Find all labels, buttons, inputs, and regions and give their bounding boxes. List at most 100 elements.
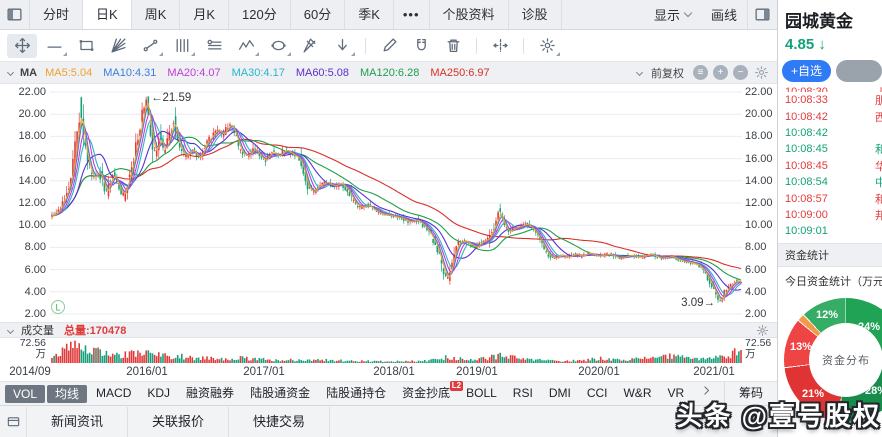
ma-legend-MA30: MA30:4.17 xyxy=(232,67,285,79)
donut-center-label: 资金分布 xyxy=(822,352,870,368)
volume-pane[interactable]: 72.56万72.56万 xyxy=(0,338,777,364)
chevron-down-icon[interactable] xyxy=(7,326,14,333)
drawing-toolbar xyxy=(0,30,777,62)
indicator-tab-VOL[interactable]: VOL xyxy=(5,385,45,403)
tab-周K[interactable]: 周K xyxy=(132,0,181,29)
tab-诊股[interactable]: 诊股 xyxy=(509,0,562,29)
y-tick-right: 8.00 xyxy=(745,241,766,253)
ticker-row[interactable]: 10:08:54中 xyxy=(778,174,882,190)
pitchfork-icon[interactable] xyxy=(295,34,325,58)
gear-icon[interactable] xyxy=(756,324,769,337)
indicator-tab-MACD[interactable]: MACD xyxy=(88,382,139,405)
y-tick-left: 10.00 xyxy=(0,219,46,231)
ticker-row[interactable]: 10:08:33朋 xyxy=(778,92,882,108)
tab-月K[interactable]: 月K xyxy=(180,0,229,29)
zoom-out-circle-icon[interactable]: − xyxy=(733,65,748,80)
window-icon[interactable] xyxy=(0,414,26,429)
add-watchlist-button[interactable]: +自选 xyxy=(782,60,831,82)
volume-total: 总量:170478 xyxy=(64,322,126,338)
bottom-tab-关联报价[interactable]: 关联报价 xyxy=(128,407,229,437)
trend-line-icon[interactable] xyxy=(39,34,69,58)
y-tick-left: 22.00 xyxy=(0,86,46,98)
ma-legend-row: MA MA5:5.04MA10:4.31MA20:4.07MA30:4.17MA… xyxy=(0,62,777,84)
fib-time-zones-icon[interactable] xyxy=(167,34,197,58)
candlestick-chart[interactable]: ←21.593.09→L22.0022.0020.0020.0018.0018.… xyxy=(0,84,777,322)
ticker-text: 华 xyxy=(875,158,882,174)
panel-toggle-left-icon[interactable] xyxy=(0,0,30,29)
draw-line-button[interactable]: 画线 xyxy=(701,0,747,29)
indicator-tab-陆股通资金[interactable]: 陆股通资金 xyxy=(242,382,318,405)
y-tick-right: 12.00 xyxy=(745,197,773,209)
y-tick-left: 4.00 xyxy=(0,286,46,298)
chevron-down-icon[interactable] xyxy=(7,69,14,76)
pencil-icon[interactable] xyxy=(374,34,404,58)
ellipse-icon[interactable] xyxy=(263,34,293,58)
indicator-tab-融资融券[interactable]: 融资融券 xyxy=(178,382,242,405)
tab-60分[interactable]: 60分 xyxy=(291,0,345,29)
tab-分时[interactable]: 分时 xyxy=(30,0,83,29)
x-tick-2018/01: 2018/01 xyxy=(373,366,415,378)
indicator-tab-RSI[interactable]: RSI xyxy=(505,382,541,405)
watermark: 头条 @壹号股权 xyxy=(676,396,881,433)
bottom-tab-快捷交易[interactable]: 快捷交易 xyxy=(229,407,330,437)
magnet-icon[interactable] xyxy=(406,34,436,58)
dropdown-caret xyxy=(255,52,259,56)
compress-circle-icon[interactable]: ≡ xyxy=(693,65,708,80)
ticker-row[interactable]: 10:08:45华 xyxy=(778,158,882,174)
ticker-row[interactable]: 10:09:01 xyxy=(778,223,882,239)
indicator-tab-CCI[interactable]: CCI xyxy=(579,382,616,405)
ticker-time: 10:09:01 xyxy=(785,225,828,237)
indicator-tab-均线[interactable]: 均线 xyxy=(47,385,87,403)
rectangle-icon[interactable] xyxy=(71,34,101,58)
bottom-tab-新闻资讯[interactable]: 新闻资讯 xyxy=(26,407,128,437)
gear-icon[interactable] xyxy=(532,34,562,58)
indicator-tab-资金抄底[interactable]: 资金抄底L2 xyxy=(394,382,458,405)
chart-zoom-buttons: ≡ +− xyxy=(693,65,748,80)
indicator-tab-W&R[interactable]: W&R xyxy=(615,382,659,405)
panel-toggle-right-icon[interactable] xyxy=(747,0,777,29)
ticker-text: 朋 xyxy=(875,92,882,108)
ticker-text: 和 xyxy=(875,191,882,207)
ticker-row[interactable]: 10:08:57和 xyxy=(778,190,882,206)
h-expand-icon[interactable] xyxy=(485,34,515,58)
indicator-tab-DMI[interactable]: DMI xyxy=(541,382,579,405)
donut-label-12: 12% xyxy=(816,309,838,321)
trash-icon[interactable] xyxy=(438,34,468,58)
fund-section-header: 资金统计 xyxy=(778,243,882,267)
x-tick-2019/01: 2019/01 xyxy=(456,366,498,378)
indicator-tab-BOLL[interactable]: BOLL xyxy=(458,382,505,405)
display-menu[interactable]: 显示 xyxy=(644,0,701,29)
donut-label-13: 13% xyxy=(790,341,812,353)
tab-季K[interactable]: 季K xyxy=(345,0,394,29)
dropdown-caret xyxy=(159,52,163,56)
ticker-row[interactable]: 10:08:42 xyxy=(778,125,882,141)
gann-fan-icon[interactable] xyxy=(103,34,133,58)
volume-header: 成交量 总量:170478 xyxy=(0,322,777,338)
dropdown-caret xyxy=(556,52,560,56)
measure-icon[interactable] xyxy=(135,34,165,58)
wave-icon[interactable] xyxy=(231,34,261,58)
secondary-button[interactable] xyxy=(836,60,882,82)
ticker-time: 10:08:54 xyxy=(785,176,828,188)
ma-legend-MA250: MA250:6.97 xyxy=(430,67,489,79)
chevron-down-icon xyxy=(684,9,692,17)
ticker-row[interactable]: 10:08:45和 xyxy=(778,141,882,157)
gann-lines-icon[interactable] xyxy=(199,34,229,58)
ticker-row[interactable]: 10:09:00邦 xyxy=(778,207,882,223)
tab-日K[interactable]: 日K xyxy=(83,0,132,29)
tab-•••[interactable]: ••• xyxy=(394,0,430,29)
ticker-row[interactable]: 10:08:42西 xyxy=(778,108,882,124)
zoom-in-circle-icon[interactable]: + xyxy=(713,65,728,80)
x-tick-2020/01: 2020/01 xyxy=(578,366,620,378)
adjust-mode-label[interactable]: 前复权 xyxy=(651,65,684,81)
ticker-time: 10:09:00 xyxy=(785,209,828,221)
indicator-tab-KDJ[interactable]: KDJ xyxy=(139,382,178,405)
quote-panel: 园城黄金 4.85 ↓ +自选 10:08:30丿10:08:33朋10:08:… xyxy=(778,0,882,437)
move-icon[interactable] xyxy=(7,34,37,58)
gear-icon[interactable] xyxy=(754,65,769,80)
ticker-row[interactable]: 10:08:30丿 xyxy=(778,84,882,92)
arrow-down-icon[interactable] xyxy=(327,34,357,58)
indicator-tab-陆股通持仓[interactable]: 陆股通持仓 xyxy=(318,382,394,405)
tab-120分[interactable]: 120分 xyxy=(229,0,291,29)
tab-个股资料[interactable]: 个股资料 xyxy=(430,0,509,29)
